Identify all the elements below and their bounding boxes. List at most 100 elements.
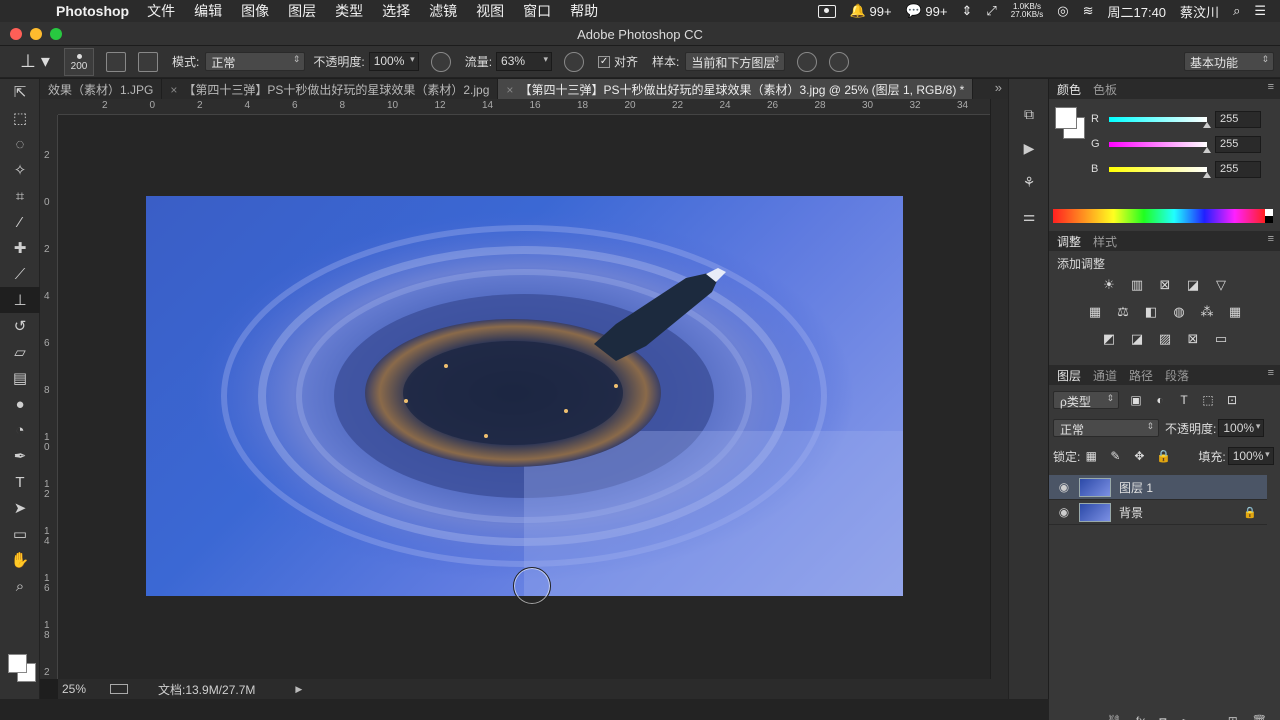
airbrush-icon[interactable] bbox=[564, 51, 585, 72]
selective-color-icon[interactable]: ⊠ bbox=[1185, 331, 1201, 347]
canvas-area[interactable] bbox=[58, 115, 990, 679]
new-layer-icon[interactable]: ⊞ bbox=[1228, 714, 1238, 720]
layer-filter-select[interactable]: ρ类型 ⇕ bbox=[1053, 391, 1119, 409]
type-filter-icon[interactable]: T bbox=[1177, 393, 1191, 407]
close-tab-icon[interactable]: × bbox=[170, 83, 177, 97]
vertical-ruler[interactable]: 2 0 2 4 6 8 1 0 1 2 1 4 1 6 1 8 2 bbox=[40, 115, 58, 679]
slider-handle-icon[interactable] bbox=[1203, 121, 1211, 128]
vibrance-icon[interactable]: ▽ bbox=[1213, 277, 1229, 293]
brush-presets-icon[interactable]: ⚘ bbox=[1009, 165, 1049, 199]
document-canvas[interactable] bbox=[146, 196, 903, 596]
black-white-icon[interactable]: ◧ bbox=[1143, 304, 1159, 320]
new-adjustment-layer-icon[interactable]: ◐ bbox=[1180, 714, 1187, 720]
blue-slider[interactable] bbox=[1109, 166, 1211, 178]
lock-position-icon[interactable]: ✥ bbox=[1132, 449, 1146, 463]
mode-select[interactable]: 正常 ⇕ bbox=[205, 52, 306, 71]
magic-wand-tool-icon[interactable]: ✧ bbox=[0, 157, 40, 183]
type-tool-icon[interactable]: T bbox=[0, 469, 40, 495]
tab-paragraph[interactable]: 段落 bbox=[1165, 367, 1189, 384]
dodge-tool-icon[interactable]: ◔ bbox=[0, 417, 40, 443]
gradient-tool-icon[interactable]: ▤ bbox=[0, 365, 40, 391]
layer-name[interactable]: 背景 bbox=[1119, 504, 1143, 521]
photo-filter-icon[interactable]: ◍ bbox=[1171, 304, 1187, 320]
rectangle-tool-icon[interactable]: ▭ bbox=[0, 521, 40, 547]
brightness-icon[interactable]: ☀ bbox=[1101, 277, 1117, 293]
exposure-icon[interactable]: ◪ bbox=[1185, 277, 1201, 293]
menu-view[interactable]: 视图 bbox=[476, 1, 504, 21]
blur-tool-icon[interactable]: ● bbox=[0, 391, 40, 417]
layer-row-background[interactable]: ◉ 背景 🔒 bbox=[1049, 500, 1267, 525]
tab-paths[interactable]: 路径 bbox=[1129, 367, 1153, 384]
color-spectrum-bar[interactable] bbox=[1053, 209, 1265, 223]
layer-name[interactable]: 图层 1 bbox=[1119, 479, 1153, 496]
red-slider[interactable] bbox=[1109, 116, 1211, 128]
creative-cloud-icon[interactable]: ◎ bbox=[1057, 3, 1068, 19]
tab-layers[interactable]: 图层 bbox=[1057, 367, 1081, 384]
path-selection-tool-icon[interactable]: ➤ bbox=[0, 495, 40, 521]
move-tool-icon[interactable]: ⇱ bbox=[0, 79, 40, 105]
expand-icon[interactable]: ⤢ bbox=[986, 3, 996, 19]
visibility-eye-icon[interactable]: ◉ bbox=[1049, 505, 1079, 519]
tab-adjustments[interactable]: 调整 bbox=[1057, 233, 1081, 250]
menu-select[interactable]: 选择 bbox=[382, 1, 410, 21]
properties-panel-icon[interactable]: ⚌ bbox=[1009, 199, 1049, 233]
blend-mode-select[interactable]: 正常 ⇕ bbox=[1053, 419, 1159, 437]
panel-foreground-swatch[interactable] bbox=[1055, 107, 1077, 129]
delete-layer-icon[interactable]: 🗑 bbox=[1252, 714, 1267, 720]
green-value-input[interactable]: 255 bbox=[1215, 135, 1261, 153]
pressure-opacity-icon[interactable] bbox=[430, 51, 451, 72]
new-group-icon[interactable]: ▬ bbox=[1202, 714, 1214, 720]
tab-document-3[interactable]: × 【第四十三弹】PS十秒做出好玩的星球效果（素材）3.jpg @ 25% (图层… bbox=[498, 79, 974, 99]
user-name[interactable]: 蔡汶川 bbox=[1180, 2, 1219, 21]
zoom-level-field[interactable]: 25% bbox=[62, 682, 102, 696]
ruler-origin[interactable] bbox=[40, 99, 58, 115]
slider-handle-icon[interactable] bbox=[1203, 146, 1211, 153]
panel-menu-icon[interactable]: ≡ bbox=[1268, 81, 1274, 93]
aligned-checkbox[interactable]: ✓ bbox=[598, 55, 611, 68]
menu-help[interactable]: 帮助 bbox=[570, 1, 598, 21]
qq-icon[interactable]: 🔔 99+ bbox=[850, 3, 892, 19]
clone-stamp-tool-icon[interactable]: ⊥ bbox=[0, 287, 40, 313]
lasso-tool-icon[interactable]: ◌ bbox=[0, 131, 40, 157]
layer-row-layer1[interactable]: ◉ 图层 1 bbox=[1049, 475, 1267, 500]
layer-opacity-input[interactable]: 100% ▾ bbox=[1218, 419, 1265, 437]
black-white-ramp[interactable] bbox=[1265, 209, 1273, 223]
eraser-tool-icon[interactable]: ▱ bbox=[0, 339, 40, 365]
tab-document-1[interactable]: 效果（素材）1.JPG bbox=[40, 79, 163, 99]
layer-lock-icon[interactable]: 🔒 bbox=[1243, 506, 1257, 519]
lock-all-icon[interactable]: 🔒 bbox=[1156, 449, 1171, 463]
flow-input[interactable]: 63% ▾ bbox=[496, 52, 553, 71]
layer-style-icon[interactable]: fx bbox=[1136, 714, 1145, 720]
tab-document-2[interactable]: × 【第四十三弹】PS十秒做出好玩的星球效果（素材）2.jpg bbox=[162, 79, 499, 99]
vertical-scrollbar[interactable] bbox=[990, 99, 1008, 679]
slider-handle-icon[interactable] bbox=[1203, 171, 1211, 178]
screen-record-icon[interactable] bbox=[817, 4, 836, 18]
brush-panel-toggle-icon[interactable] bbox=[106, 51, 126, 72]
ignore-adjustment-layers-icon[interactable] bbox=[797, 51, 818, 72]
menu-image[interactable]: 图像 bbox=[241, 1, 269, 21]
levels-icon[interactable]: ▥ bbox=[1129, 277, 1145, 293]
lock-image-icon[interactable]: ✎ bbox=[1108, 449, 1122, 463]
color-lookup-icon[interactable]: ▦ bbox=[1227, 304, 1243, 320]
pixel-filter-icon[interactable]: ▣ bbox=[1129, 393, 1143, 407]
visibility-eye-icon[interactable]: ◉ bbox=[1049, 480, 1079, 494]
red-value-input[interactable]: 255 bbox=[1215, 110, 1261, 128]
brush-size-picker[interactable]: 200 bbox=[64, 47, 94, 76]
blue-value-input[interactable]: 255 bbox=[1215, 160, 1261, 178]
app-menu[interactable]: Photoshop bbox=[56, 3, 129, 19]
hand-tool-icon[interactable]: ✋ bbox=[0, 547, 40, 573]
opacity-input[interactable]: 100% ▾ bbox=[368, 52, 419, 71]
panel-menu-icon[interactable]: ≡ bbox=[1268, 233, 1274, 245]
tab-color[interactable]: 颜色 bbox=[1057, 81, 1081, 98]
menu-window[interactable]: 窗口 bbox=[523, 1, 551, 21]
close-tab-icon[interactable]: × bbox=[506, 83, 513, 97]
crop-tool-icon[interactable]: ⌗ bbox=[0, 183, 40, 209]
spotlight-search-icon[interactable]: ⌕ bbox=[1233, 3, 1240, 19]
curves-icon[interactable]: ⊠ bbox=[1157, 277, 1173, 293]
panel-menu-icon[interactable]: ≡ bbox=[1268, 367, 1274, 379]
history-panel-icon[interactable]: ⧉ bbox=[1009, 97, 1049, 131]
layer-thumbnail[interactable] bbox=[1079, 502, 1111, 522]
hue-saturation-icon[interactable]: ▦ bbox=[1087, 304, 1103, 320]
menu-type[interactable]: 类型 bbox=[335, 1, 363, 21]
history-brush-tool-icon[interactable]: ↺ bbox=[0, 313, 40, 339]
